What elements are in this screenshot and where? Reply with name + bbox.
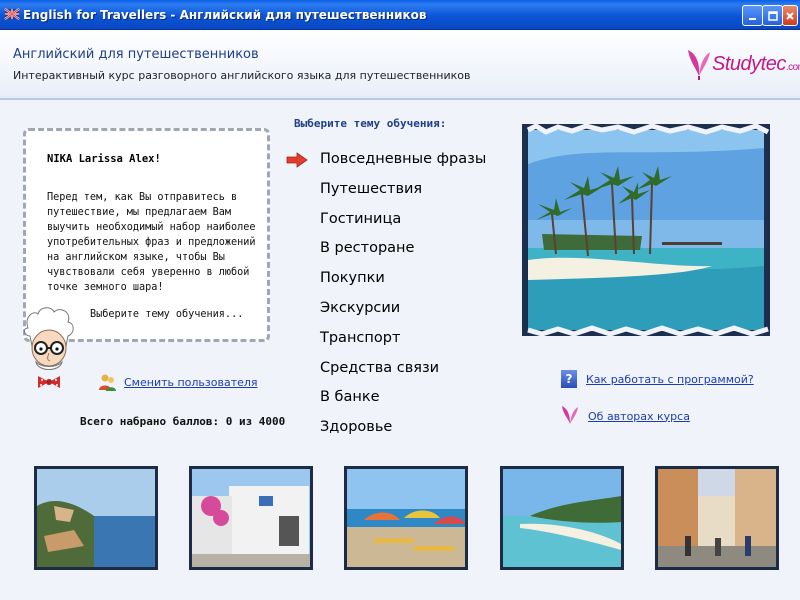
close-button[interactable] xyxy=(782,5,798,26)
topic-list: Повседневные фразы Путешествия Гостиница… xyxy=(320,149,486,447)
change-user-link[interactable]: Сменить пользователя xyxy=(98,372,258,392)
beach-photo xyxy=(522,124,770,336)
thumbnail-beach-umbrellas[interactable] xyxy=(344,466,468,570)
maximize-icon xyxy=(767,10,778,21)
topic-item[interactable]: В ресторане xyxy=(320,238,486,268)
total-score: Всего набрано баллов: 0 из 4000 xyxy=(80,415,286,428)
window-title: English for Travellers - Английский для … xyxy=(23,8,427,22)
topic-item[interactable]: Путешествия xyxy=(320,179,486,209)
topic-item[interactable]: Транспорт xyxy=(320,328,486,358)
maximize-button[interactable] xyxy=(762,5,783,26)
change-user-label: Сменить пользователя xyxy=(124,375,258,389)
minimize-button[interactable] xyxy=(742,5,763,26)
about-authors-label: Об авторах курса xyxy=(588,409,690,423)
app-header: Английский для путешественников Интеракт… xyxy=(0,30,800,100)
app-flag-icon xyxy=(4,8,20,20)
about-authors-link[interactable]: Об авторах курса xyxy=(561,405,690,427)
user-greeting: NIKA Larissa Alex! xyxy=(47,153,161,165)
butterfly-icon xyxy=(562,406,578,424)
topic-item[interactable]: Покупки xyxy=(320,268,486,298)
header-title: Английский для путешественников xyxy=(13,47,259,62)
topic-item[interactable]: Средства связи xyxy=(320,358,486,388)
topics-heading: Выберите тему обучения: xyxy=(294,117,447,130)
topic-item[interactable]: Экскурсии xyxy=(320,298,486,328)
topic-item[interactable]: Гостиница xyxy=(320,209,486,239)
professor-mascot-icon xyxy=(23,307,74,388)
logo-text: Studytec xyxy=(712,53,786,75)
bubble-choose-prompt: Выберите тему обучения... xyxy=(90,309,244,320)
thumbnail-coast-village[interactable] xyxy=(34,466,158,570)
thumbnail-tropical-beach[interactable] xyxy=(500,466,624,570)
how-to-use-link[interactable]: ? Как работать с программой? xyxy=(561,370,754,388)
thumbnail-street-flowers[interactable] xyxy=(189,466,313,570)
header-subtitle: Интерактивный курс разговорного английск… xyxy=(13,69,471,82)
minimize-icon xyxy=(748,17,756,20)
close-icon xyxy=(786,11,794,20)
topic-item[interactable]: Здоровье xyxy=(320,417,486,447)
topic-item[interactable]: В банке xyxy=(320,387,486,417)
users-icon xyxy=(99,374,116,391)
butterfly-logo-icon xyxy=(688,50,710,80)
how-to-use-label: Как работать с программой? xyxy=(586,372,754,386)
help-icon: ? xyxy=(561,370,577,388)
studytec-logo: Studytec.com xyxy=(686,46,800,86)
topic-item[interactable]: Повседневные фразы xyxy=(320,149,486,179)
logo-suffix: .com xyxy=(785,62,800,73)
intro-text: Перед тем, как Вы отправитесь в путешест… xyxy=(47,192,256,293)
window-title-bar: English for Travellers - Английский для … xyxy=(0,0,800,30)
thumbnail-old-town-street[interactable] xyxy=(655,466,779,570)
selected-topic-arrow-icon xyxy=(286,152,308,168)
